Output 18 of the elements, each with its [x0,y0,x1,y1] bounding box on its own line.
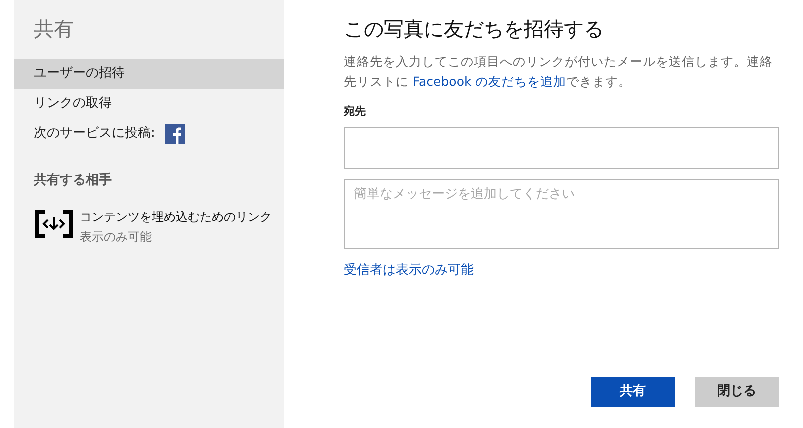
embed-icon [34,208,74,238]
recipient-field[interactable] [344,126,779,168]
sidebar-item[interactable]: リンクの取得 [14,89,284,119]
facebook-icon[interactable] [165,124,186,144]
sidebar-item[interactable]: ユーザーの招待 [14,59,284,89]
section-title: 共有する相手 [33,172,113,190]
close-button[interactable]: 閉じる [695,377,779,407]
description-text: 連絡先を入力してこの項目へのリンクが付いたメールを送信します。連絡先リストに Facebook の友だちを追加できます。 [344,53,774,91]
sidebar-item[interactable]: 次のサービスに投稿: [34,124,156,144]
share-permission: 表示のみ可能 [80,228,153,246]
message-field[interactable]: 簡単なメッセージを追加してください [344,178,779,248]
share-button[interactable]: 共有 [591,377,675,407]
field-label: 宛先 [344,104,367,120]
sidebar-title: 共有 [33,16,75,43]
share-name: コンテンツを埋め込むためのリンク [80,208,272,226]
dialog-title: この写真に友だちを招待する [344,16,605,43]
permission-link[interactable]: 受信者は表示のみ可能 [344,260,474,280]
facebook-link[interactable]: Facebook の友だちを追加 [412,74,567,89]
